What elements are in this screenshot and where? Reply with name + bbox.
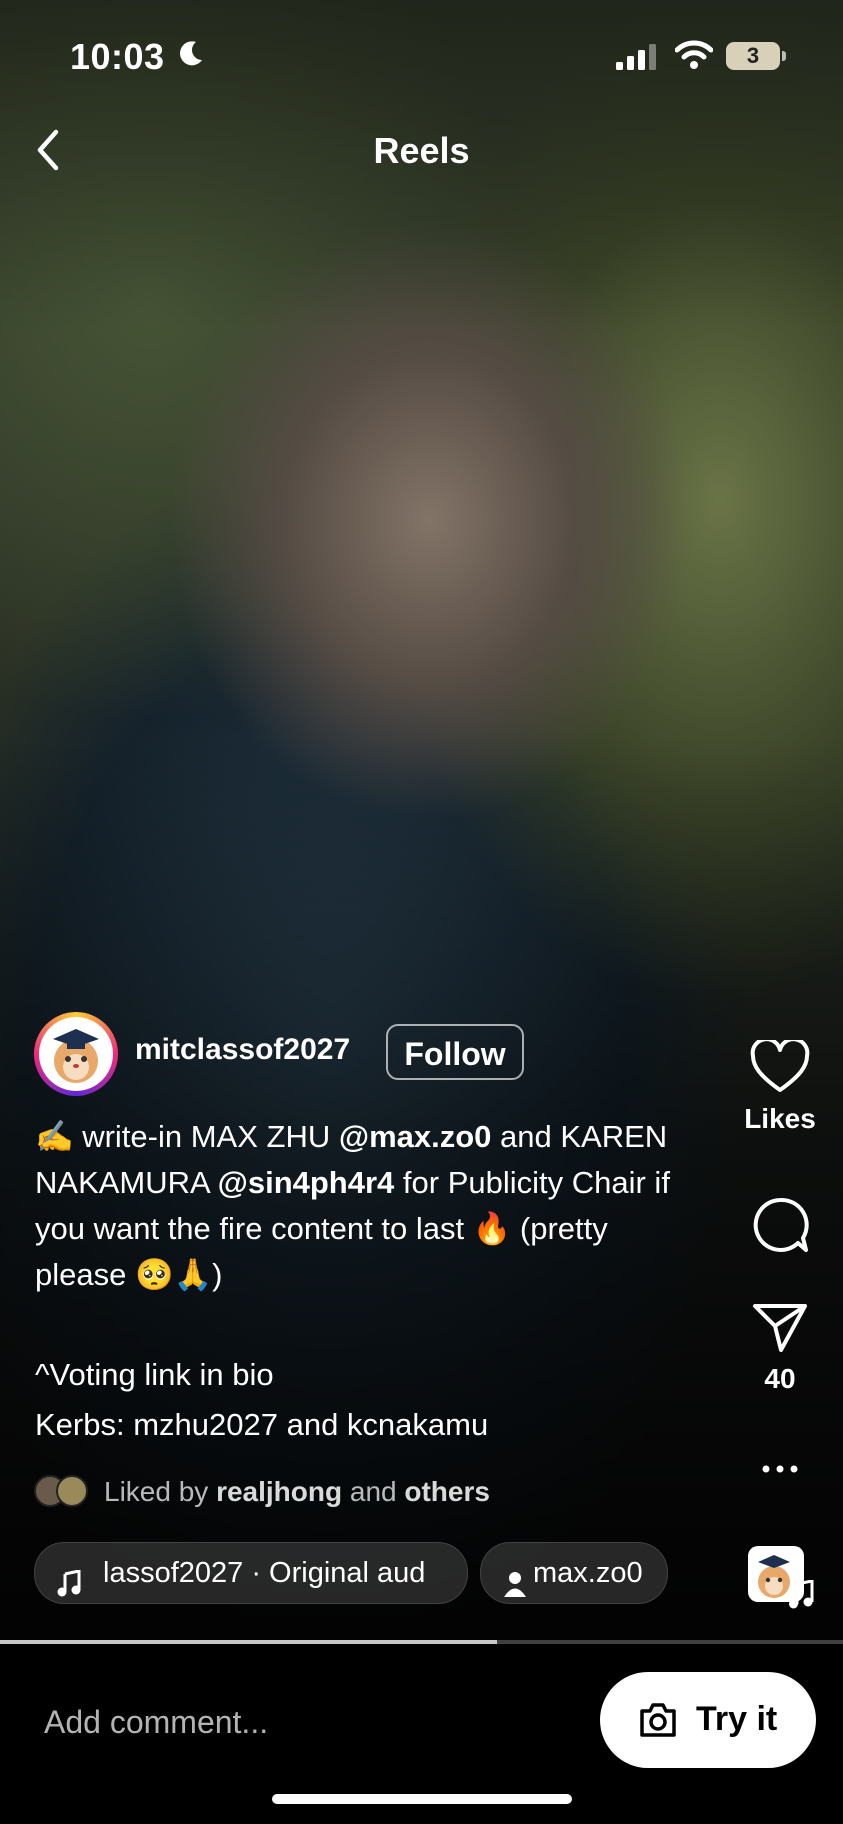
- liked-by-text[interactable]: Liked by realjhong and others: [104, 1476, 490, 1508]
- battery-icon: 3: [726, 42, 780, 70]
- comment-button[interactable]: [730, 1196, 830, 1259]
- share-icon: [751, 1304, 809, 1358]
- author-username[interactable]: mitclassof2027: [135, 1033, 350, 1067]
- shares-count: 40: [764, 1363, 796, 1394]
- wifi-icon: [674, 40, 714, 75]
- audio-chip[interactable]: lassof2027 · Original aud: [34, 1542, 468, 1604]
- music-note-icon: [57, 1559, 81, 1603]
- signal-icon: [616, 44, 660, 75]
- moon-icon: [178, 40, 204, 75]
- camera-icon: [638, 1702, 678, 1747]
- person-icon: [503, 1559, 527, 1603]
- mention-link[interactable]: @sin4ph4r4: [218, 1165, 395, 1200]
- caption-extra: ^Voting link in bio Kerbs: mzhu2027 and …: [35, 1350, 488, 1450]
- liked-by-user[interactable]: realjhong: [216, 1476, 342, 1507]
- more-button[interactable]: [730, 1462, 830, 1480]
- music-note-icon: [788, 1579, 814, 1618]
- audio-label: lassof2027 · Original aud: [103, 1557, 426, 1589]
- caption[interactable]: ✍️ write-in MAX ZHU @max.zo0 and KAREN N…: [35, 1114, 695, 1298]
- page-title: Reels: [373, 130, 470, 171]
- caption-line: Kerbs: mzhu2027 and kcnakamu: [35, 1407, 489, 1442]
- avatar: [56, 1475, 88, 1507]
- tagged-user-label: max.zo0: [533, 1557, 643, 1589]
- avatar[interactable]: [34, 1012, 118, 1096]
- avatar-image: [39, 1017, 113, 1091]
- try-it-label: Try it: [696, 1700, 778, 1738]
- mention-link[interactable]: @max.zo0: [339, 1119, 492, 1154]
- follow-button[interactable]: Follow: [386, 1024, 524, 1080]
- try-it-button[interactable]: Try it: [600, 1672, 816, 1768]
- caption-text: ✍️ write-in MAX ZHU: [35, 1119, 339, 1154]
- comment-icon: [750, 1197, 810, 1258]
- status-time: 10:03: [70, 36, 165, 77]
- share-button[interactable]: 40: [730, 1300, 830, 1395]
- reels-screen: 10:03 3 Reels mitclassof2027 Follow ✍️ w…: [0, 0, 843, 1824]
- heart-icon: [750, 1037, 810, 1098]
- liked-by-prefix: Liked by: [104, 1476, 217, 1507]
- home-indicator: [272, 1794, 572, 1804]
- more-icon: [760, 1462, 800, 1479]
- caption-line: ^Voting link in bio: [35, 1357, 274, 1392]
- status-bar: 10:03 3: [0, 30, 843, 80]
- liked-by-avatars: [34, 1475, 94, 1507]
- tagged-user-chip[interactable]: max.zo0: [480, 1542, 668, 1604]
- liked-by-middle: and: [342, 1476, 405, 1507]
- comment-bar: Add comment... Try it: [0, 1644, 843, 1824]
- liked-by-others[interactable]: others: [404, 1476, 490, 1507]
- likes-label: Likes: [744, 1103, 816, 1134]
- battery-nub: [782, 51, 786, 61]
- like-button[interactable]: Likes: [730, 1037, 830, 1135]
- comment-input[interactable]: Add comment...: [44, 1704, 268, 1741]
